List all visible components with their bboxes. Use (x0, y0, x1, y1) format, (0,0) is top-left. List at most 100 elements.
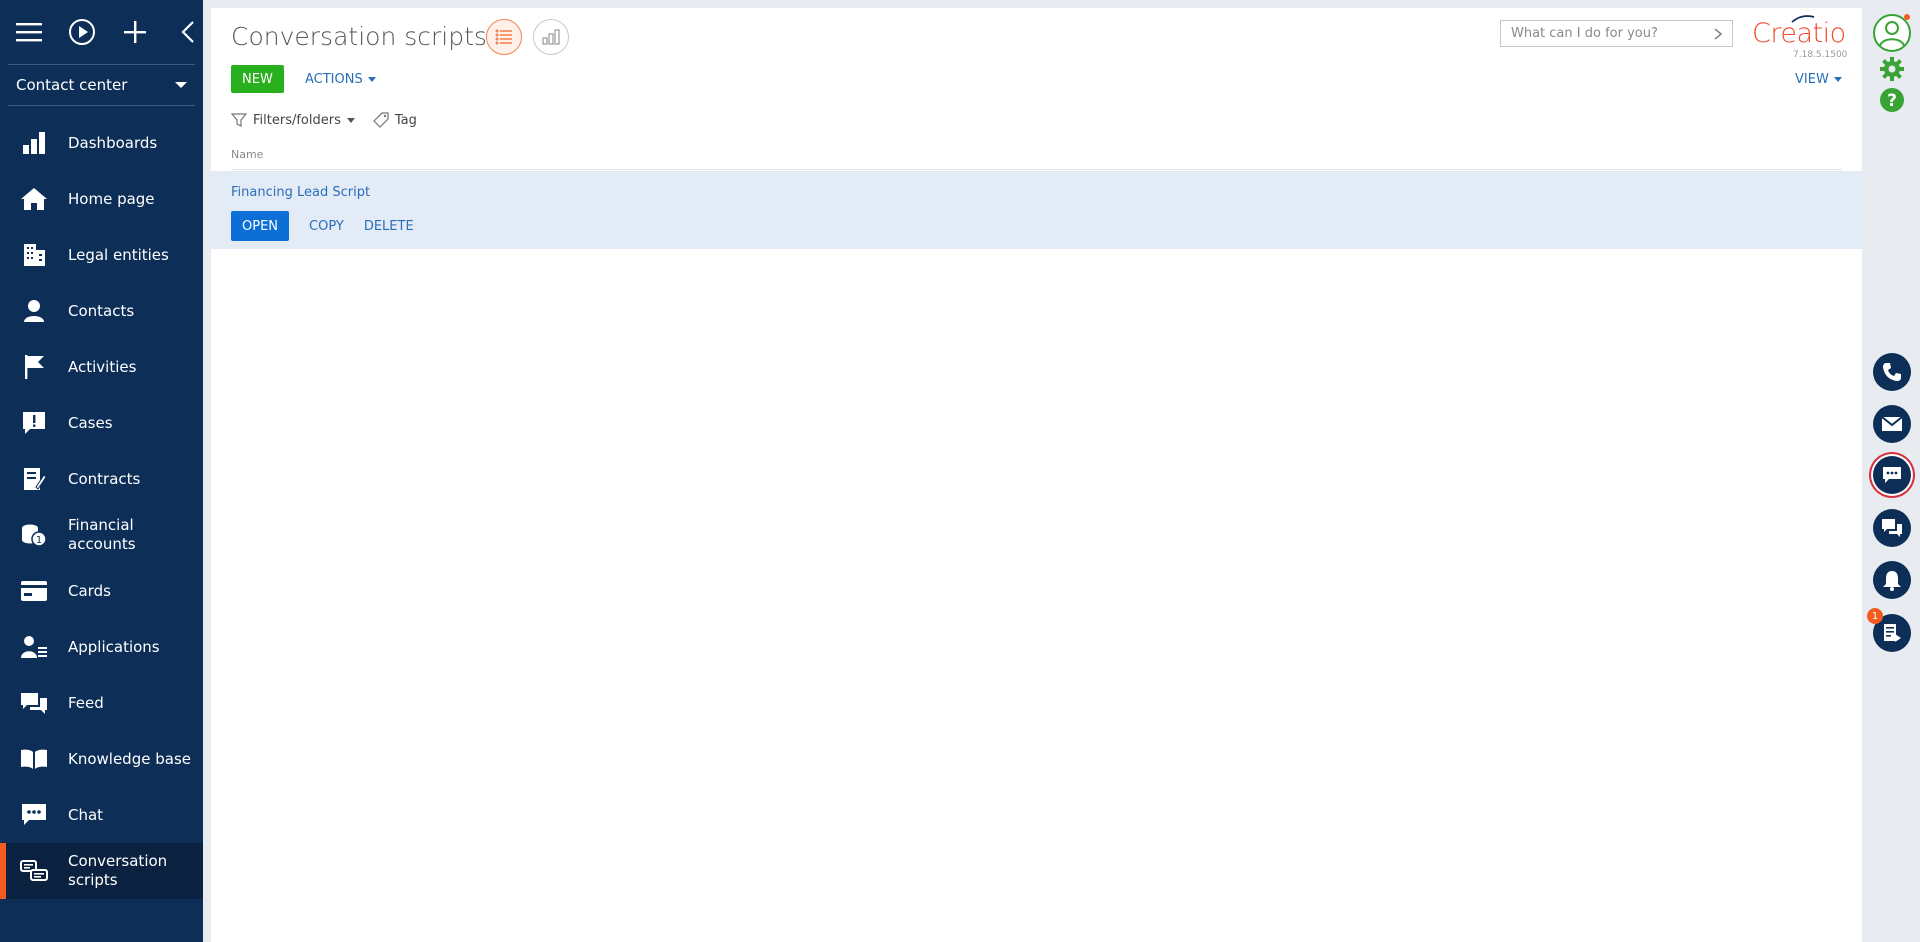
settings-button[interactable] (1879, 56, 1905, 86)
view-menu-button[interactable]: VIEW (1795, 72, 1842, 87)
sidebar-item-home-page[interactable]: Home page (0, 171, 203, 227)
actions-label: ACTIONS (305, 72, 363, 87)
chat-bubble-icon (20, 801, 48, 829)
creatio-logo: Creatio (1752, 18, 1846, 49)
sidebar-item-label: Applications (68, 637, 160, 656)
sidebar-item-conversation-scripts[interactable]: Conversation scripts (0, 843, 203, 899)
sidebar-item-label: Dashboards (68, 133, 158, 152)
chat-panel-button[interactable] (1873, 456, 1911, 494)
bar-chart-outline-icon (542, 29, 560, 45)
chevron-left-icon (181, 21, 195, 43)
version-label: 7.18.5.1500 (1793, 50, 1848, 60)
sidebar-item-contacts[interactable]: Contacts (0, 283, 203, 339)
sidebar-item-label: Legal entities (68, 245, 169, 264)
sidebar-item-activities[interactable]: Activities (0, 339, 203, 395)
workspace-selector[interactable]: Contact center (8, 64, 195, 106)
home-icon (20, 185, 48, 213)
record-name-link[interactable]: Financing Lead Script (231, 185, 370, 200)
right-panel: ? 1 (1862, 0, 1920, 942)
sidebar-item-label: Cases (68, 413, 113, 432)
chevron-right-icon[interactable] (1714, 27, 1722, 40)
process-run-button[interactable] (67, 17, 96, 47)
menu-button[interactable] (14, 17, 43, 47)
workspace-label: Contact center (16, 76, 128, 94)
actions-button[interactable]: ACTIONS (305, 72, 376, 87)
notifications-button[interactable] (1873, 561, 1911, 599)
sidebar-item-contracts[interactable]: Contracts (0, 451, 203, 507)
person-icon (20, 297, 48, 325)
profile-button[interactable] (1872, 13, 1912, 53)
sidebar-item-feed[interactable]: Feed (0, 675, 203, 731)
filters-folders-button[interactable]: Filters/folders (231, 113, 355, 128)
chevron-down-icon (367, 77, 376, 82)
main-panel: Conversation scripts What can I do for y… (211, 8, 1862, 942)
gear-icon (1880, 57, 1904, 81)
sidebar-item-dashboards[interactable]: Dashboards (0, 115, 203, 171)
sidebar-top-toolbar (0, 0, 203, 64)
open-button[interactable]: OPEN (231, 211, 290, 241)
tag-button[interactable]: Tag (373, 112, 417, 128)
sidebar-item-cards[interactable]: Cards (0, 563, 203, 619)
process-tasks-button[interactable]: 1 (1867, 608, 1911, 652)
collapse-sidebar-button[interactable] (174, 17, 203, 47)
phone-button[interactable] (1873, 353, 1911, 391)
feed-chat-icon (20, 689, 48, 717)
sidebar-item-label: Financial accounts (68, 516, 136, 553)
applicant-icon (20, 633, 48, 661)
sidebar-item-chat[interactable]: Chat (0, 787, 203, 843)
chevron-down-icon (1833, 77, 1842, 82)
copy-button[interactable]: COPY (309, 219, 344, 234)
sidebar-item-applications[interactable]: Applications (0, 619, 203, 675)
user-avatar-icon (1873, 14, 1911, 52)
add-button[interactable] (121, 17, 150, 47)
delete-button[interactable]: DELETE (364, 219, 414, 234)
coins-icon: 1 (20, 521, 48, 549)
sidebar-nav: Dashboards Home page Legal entities Cont… (0, 115, 203, 899)
svg-text:?: ? (1887, 91, 1897, 111)
sidebar-item-label: Knowledge base (68, 749, 191, 768)
credit-card-icon (20, 577, 48, 605)
tag-icon (373, 112, 389, 128)
column-header-name[interactable]: Name (231, 148, 263, 161)
sidebar-item-financial-accounts[interactable]: 1 Financial accounts (0, 507, 203, 563)
filter-bar: Filters/folders Tag (231, 112, 417, 128)
search-placeholder: What can I do for you? (1511, 26, 1658, 41)
sidebar-item-legal-entities[interactable]: Legal entities (0, 227, 203, 283)
alert-message-icon (20, 409, 48, 437)
play-circle-icon (68, 19, 95, 45)
book-icon (20, 745, 48, 773)
bell-icon (1883, 571, 1901, 591)
filters-folders-label: Filters/folders (253, 112, 341, 128)
question-icon: ? (1880, 88, 1904, 112)
sidebar-item-knowledge-base[interactable]: Knowledge base (0, 731, 203, 787)
chat-bubble-icon (1883, 467, 1901, 483)
row-actions: OPEN COPY DELETE (231, 211, 414, 241)
sidebar-item-label: Home page (68, 189, 155, 208)
feed-chat-icon (1882, 519, 1902, 537)
new-button[interactable]: NEW (231, 65, 284, 93)
chevron-down-icon (175, 82, 187, 88)
flag-icon (20, 353, 48, 381)
feed-button[interactable] (1873, 509, 1911, 547)
sidebar-item-label: Feed (68, 693, 104, 712)
sidebar-item-cases[interactable]: Cases (0, 395, 203, 451)
page-title: Conversation scripts (231, 22, 487, 51)
help-button[interactable]: ? (1879, 87, 1905, 117)
list-view-button[interactable] (486, 19, 522, 55)
building-icon (20, 241, 48, 269)
command-search-input[interactable]: What can I do for you? (1500, 20, 1733, 47)
analytics-view-button[interactable] (533, 19, 569, 55)
sidebar-item-label: Chat (68, 805, 104, 824)
list-icon (495, 29, 512, 45)
table-row[interactable]: Financing Lead Script OPEN COPY DELETE (211, 171, 1862, 249)
sidebar-item-label: Conversation scripts (68, 852, 168, 889)
notification-badge: 1 (1867, 608, 1883, 624)
sidebar-item-label: Contacts (68, 301, 135, 320)
email-button[interactable] (1873, 405, 1911, 443)
task-list-icon (1884, 624, 1901, 642)
hamburger-icon (15, 23, 42, 42)
sidebar: Contact center Dashboards Home page Lega… (0, 0, 203, 942)
chevron-down-icon (346, 117, 355, 123)
filter-icon (231, 113, 247, 127)
sidebar-item-label: Cards (68, 581, 111, 600)
